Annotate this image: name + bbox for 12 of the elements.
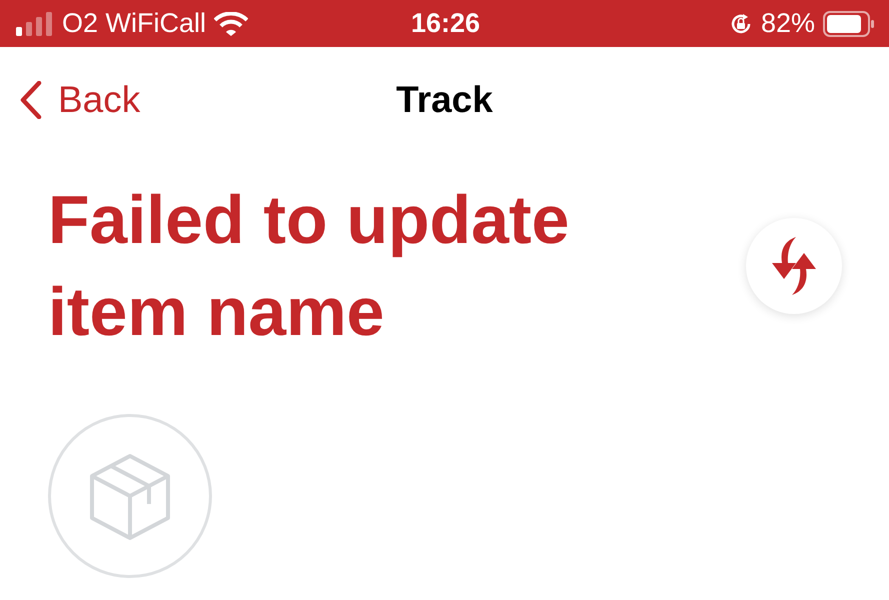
chevron-left-icon	[20, 80, 42, 118]
wifi-icon	[214, 12, 248, 36]
signal-icon	[16, 12, 54, 36]
back-button[interactable]: Back	[0, 78, 146, 122]
page-title: Track	[396, 78, 493, 120]
package-icon	[88, 452, 172, 540]
battery-icon	[823, 10, 875, 36]
battery-percent: 82%	[760, 8, 815, 39]
error-heading: Failed to update item name	[48, 181, 570, 352]
clock-time: 16:26	[410, 8, 480, 39]
rotation-lock-icon	[728, 12, 753, 36]
carrier-name: O2 WiFiCall	[62, 8, 206, 39]
